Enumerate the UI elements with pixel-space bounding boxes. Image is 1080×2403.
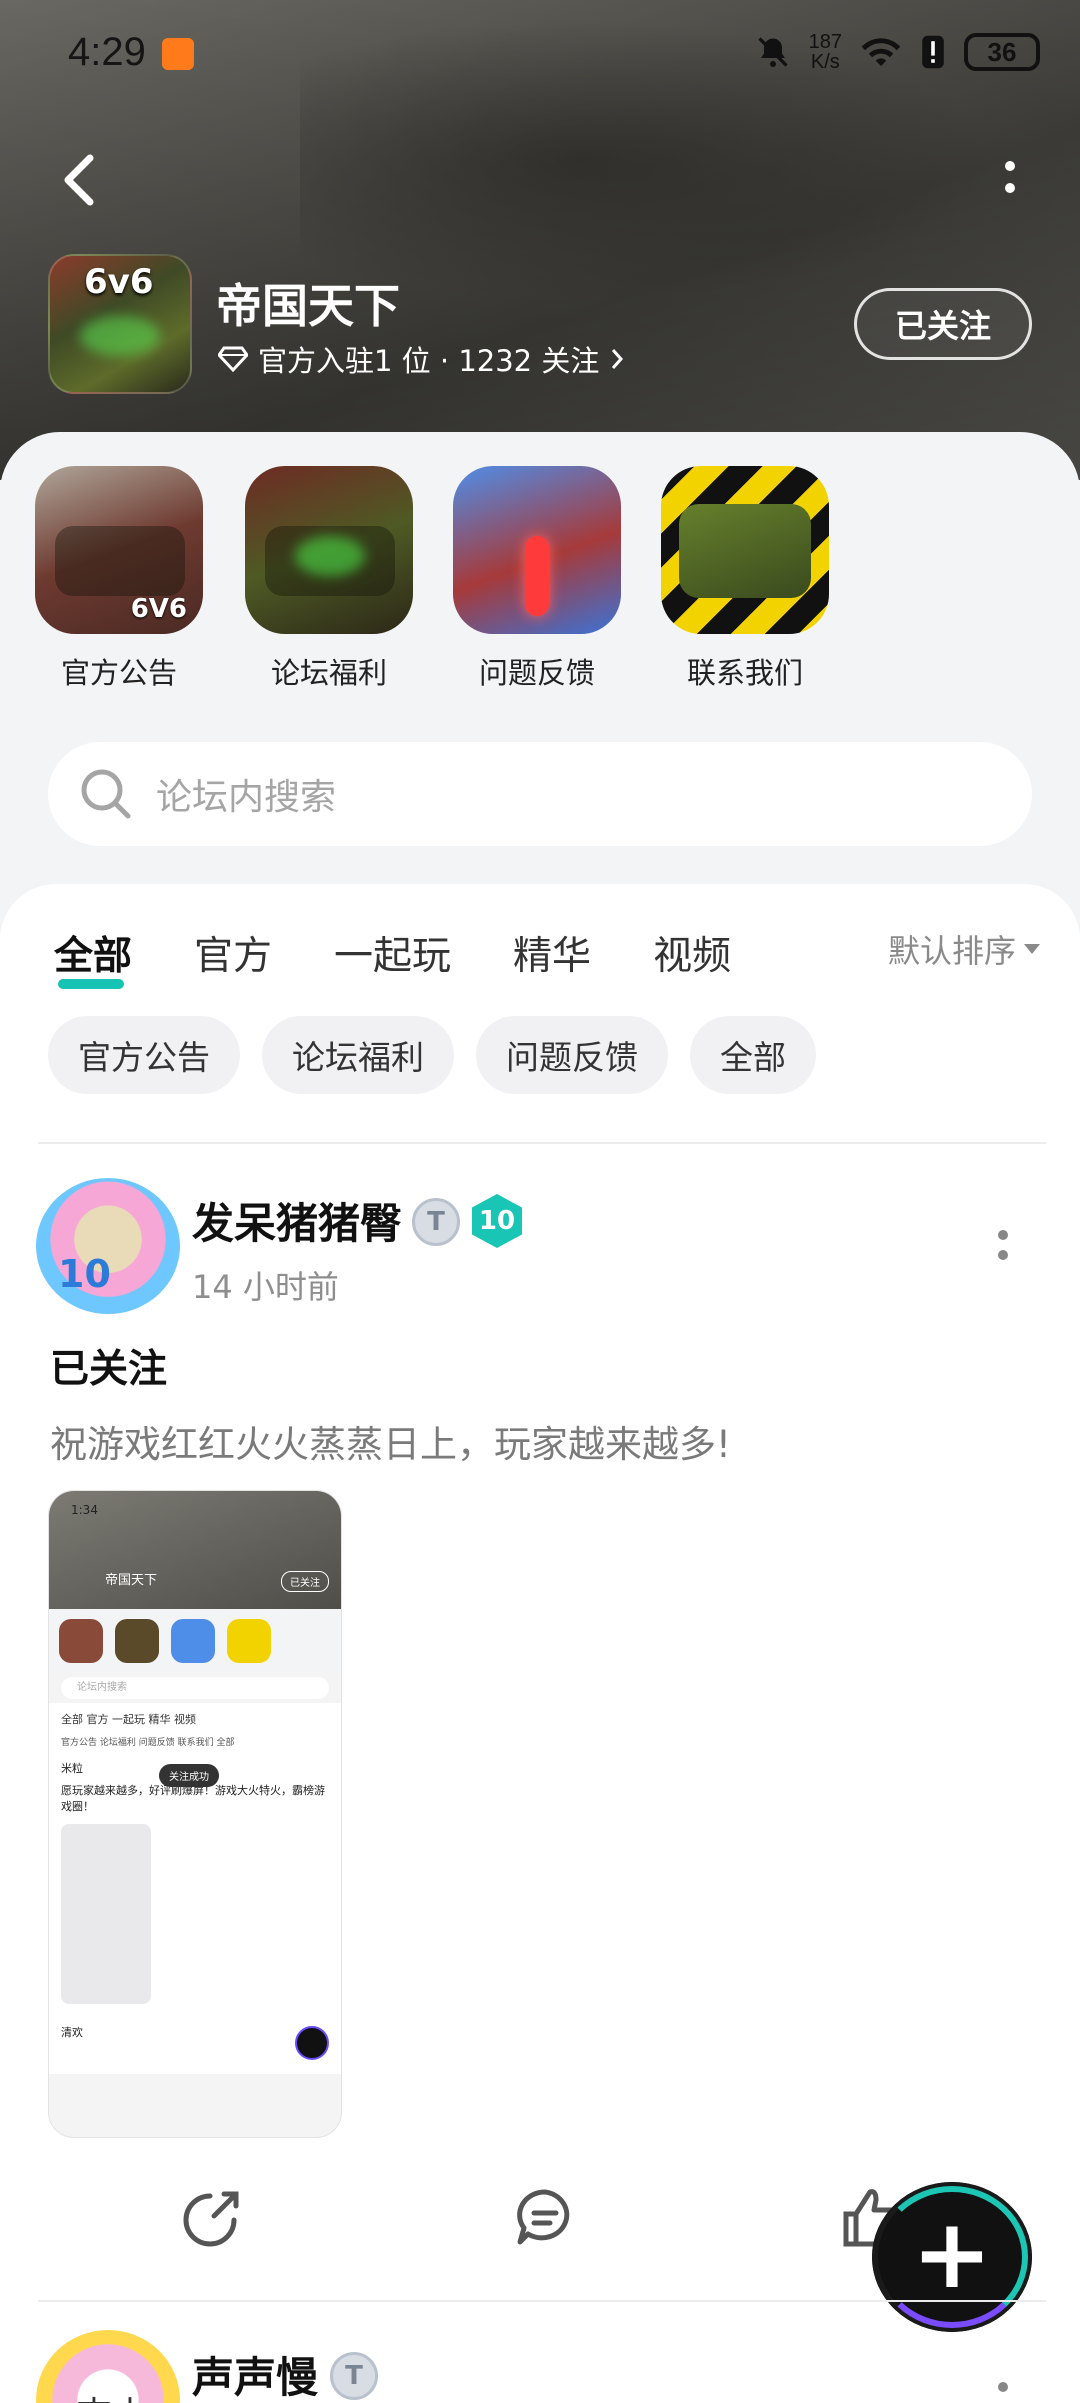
feedback-icon (453, 466, 621, 634)
plus-icon: + (911, 2198, 993, 2310)
battery-indicator: 36 (964, 33, 1040, 71)
chip-forum-welfare[interactable]: 论坛福利 (262, 1016, 454, 1094)
avatar[interactable]: 10 (36, 1178, 180, 1314)
back-arrow-icon[interactable] (56, 150, 106, 210)
verified-badge-icon: T (330, 2352, 378, 2400)
follow-button[interactable]: 已关注 (854, 288, 1032, 360)
shortcut-forum-welfare[interactable]: 论坛福利 (244, 466, 414, 692)
shortcut-contact[interactable]: 联系我们 (660, 466, 830, 692)
sort-dropdown[interactable]: 默认排序 (888, 926, 1040, 972)
divider (38, 1142, 1046, 1144)
post-time: 14 小时前 (192, 1268, 339, 1306)
chip-feedback[interactable]: 问题反馈 (476, 1016, 668, 1094)
verified-badge-icon: T (412, 1198, 460, 1246)
shortcut-announcement[interactable]: 6V6 官方公告 (34, 466, 204, 692)
network-speed: 187 K/s (808, 31, 842, 73)
shortcut-row: 6V6 官方公告 论坛福利 问题反馈 联系我们 (0, 466, 1080, 696)
tab-bar: 全部 官方 一起玩 精华 视频 (54, 918, 793, 989)
tab-featured[interactable]: 精华 (513, 925, 591, 981)
more-vertical-icon[interactable] (1000, 158, 1020, 198)
post-author[interactable]: 发呆猪猪臀 (192, 1190, 402, 1251)
status-bar: 4:29 187 K/s 36 (0, 0, 1080, 110)
game-title: 帝国天下 (216, 279, 400, 333)
shortcut-feedback[interactable]: 问题反馈 (452, 466, 622, 692)
contact-icon (661, 466, 829, 634)
divider (38, 2300, 1046, 2302)
chip-all[interactable]: 全部 (690, 1016, 816, 1094)
more-vertical-icon[interactable] (996, 1228, 1010, 1268)
caret-down-icon (1024, 944, 1040, 954)
post-title[interactable]: 已关注 (50, 1338, 167, 1394)
share-icon[interactable] (178, 2182, 248, 2252)
post-author[interactable]: 声声慢 (192, 2344, 318, 2403)
create-post-button[interactable]: + (872, 2182, 1032, 2332)
status-icons: 187 K/s 36 (755, 32, 1040, 72)
more-vertical-icon[interactable] (996, 2380, 1010, 2403)
post-image[interactable]: 1:34 帝国天下 已关注 论坛内搜索 全部 官方 一起玩 精华 视频 官方公告… (48, 1490, 342, 2138)
tab-official[interactable]: 官方 (194, 925, 272, 981)
official-info-text: 官方入驻1 位 · 1232 关注 (258, 344, 600, 378)
forum-welfare-icon (245, 466, 413, 634)
official-info[interactable]: 官方入驻1 位 · 1232 关注 (218, 338, 625, 380)
bell-off-icon (757, 37, 788, 67)
announcement-icon: 6V6 (35, 466, 203, 634)
post-body[interactable]: 祝游戏红红火火蒸蒸日上，玩家越来越多! (50, 1414, 731, 1468)
filter-chips: 官方公告 论坛福利 问题反馈 全部 (48, 1016, 816, 1094)
alert-icon (922, 35, 944, 69)
status-time: 4:29 (68, 30, 146, 74)
wifi-icon (861, 38, 901, 66)
tab-video[interactable]: 视频 (653, 925, 731, 981)
tab-play-together[interactable]: 一起玩 (334, 925, 451, 981)
game-icon[interactable]: 6v6 (48, 254, 192, 394)
chip-announcement[interactable]: 官方公告 (48, 1016, 240, 1094)
chevron-right-icon (612, 349, 624, 369)
diamond-icon (218, 346, 248, 372)
search-placeholder: 论坛内搜索 (156, 777, 337, 818)
comment-icon[interactable] (510, 2182, 580, 2252)
tab-all[interactable]: 全部 (54, 925, 132, 989)
search-icon (81, 769, 131, 819)
search-input[interactable]: 论坛内搜索 (48, 742, 1032, 846)
app-notification-icon (162, 38, 194, 70)
